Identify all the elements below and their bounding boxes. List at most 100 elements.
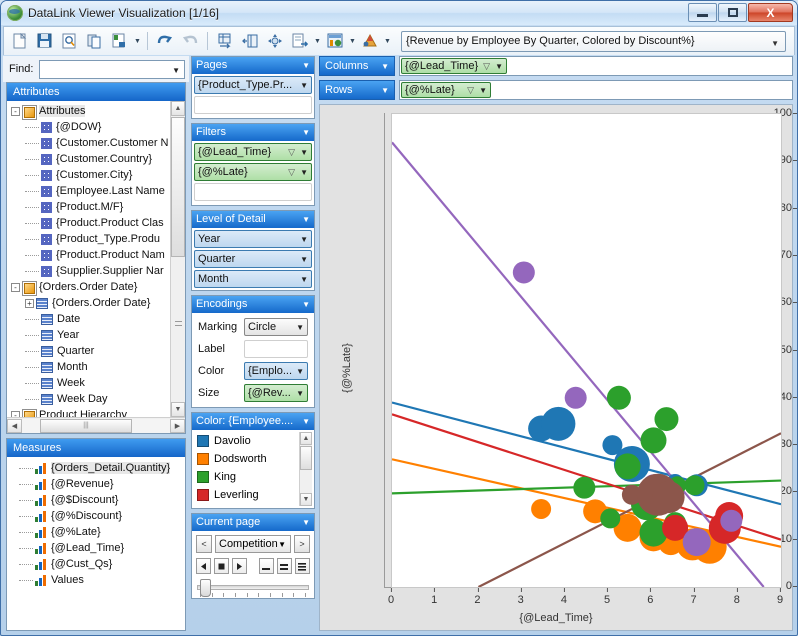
- lod-pill-month[interactable]: Month ▼: [194, 270, 312, 288]
- new-document-icon[interactable]: [8, 30, 32, 53]
- lod-pill-quarter[interactable]: Quarter ▼: [194, 250, 312, 268]
- filters-empty-slot[interactable]: [194, 183, 312, 201]
- attribute-tree-node[interactable]: {Customer.Country}: [7, 151, 185, 167]
- color-encoding-pill[interactable]: {Emplo... ▼: [244, 362, 308, 380]
- attribute-tree-node[interactable]: {Customer.Customer N: [7, 135, 185, 151]
- rows-pill[interactable]: {@%Late} ▽ ▼: [401, 82, 491, 98]
- export-caret-icon[interactable]: ▼: [133, 30, 142, 53]
- measure-item[interactable]: {@Revenue}: [7, 476, 185, 492]
- tree-expander-icon[interactable]: -: [11, 282, 20, 292]
- measures-list[interactable]: {Orders_Detail.Quantity} {@Revenue} {@$Dis…: [7, 457, 185, 588]
- scatter-point[interactable]: [573, 476, 596, 499]
- columns-shelf-dropzone[interactable]: {@Lead_Time} ▽ ▼: [399, 56, 793, 76]
- export-data-icon[interactable]: [288, 30, 312, 53]
- legend-item[interactable]: King: [194, 468, 312, 486]
- attributes-horizontal-scrollbar[interactable]: ◀ ||| ▶: [7, 417, 185, 433]
- scatter-point[interactable]: [640, 427, 667, 454]
- scroll-down-icon[interactable]: ▼: [171, 402, 185, 417]
- attributes-vertical-scrollbar[interactable]: ▲ ▼: [170, 101, 185, 417]
- scatter-point[interactable]: [606, 385, 631, 410]
- close-button[interactable]: X: [748, 3, 793, 22]
- chart-area[interactable]: {@%Late} 0 10 20 30 40 50 60 70 80 90 100 01234567…: [319, 104, 797, 631]
- color-palette-icon[interactable]: [358, 30, 382, 53]
- rows-shelf-label[interactable]: Rows ▼: [319, 80, 395, 100]
- columns-shelf-label[interactable]: Columns ▼: [319, 56, 395, 76]
- color-legend-header[interactable]: Color: {Employee.... ▼: [192, 413, 314, 430]
- scatter-point[interactable]: [720, 509, 743, 532]
- attribute-tree-node[interactable]: Week Day: [7, 391, 185, 407]
- slider-track[interactable]: [197, 579, 309, 597]
- attribute-tree-node[interactable]: - Product Hierarchy: [7, 407, 185, 417]
- copy-icon[interactable]: [83, 30, 107, 53]
- scatter-point[interactable]: [654, 407, 679, 432]
- page-select[interactable]: Competition ▼: [215, 535, 291, 553]
- chart-type-icon[interactable]: [323, 30, 347, 53]
- tree-expander-icon[interactable]: -: [11, 410, 20, 417]
- columns-pill[interactable]: {@Lead_Time} ▽ ▼: [401, 58, 507, 74]
- scatter-point[interactable]: [684, 475, 705, 496]
- scatter-point[interactable]: [652, 481, 685, 514]
- scatter-point[interactable]: [541, 406, 576, 441]
- attribute-tree-node[interactable]: {Product.Product Nam: [7, 247, 185, 263]
- legend-item[interactable]: Davolio: [194, 432, 312, 450]
- attribute-tree-node[interactable]: {Product.M/F}: [7, 199, 185, 215]
- export-icon[interactable]: [108, 30, 132, 53]
- encodings-shelf-header[interactable]: Encodings ▼: [192, 296, 314, 313]
- lod-shelf-header[interactable]: Level of Detail ▼: [192, 211, 314, 228]
- play-icon[interactable]: [231, 558, 247, 574]
- next-page-button[interactable]: >: [294, 535, 310, 553]
- measure-item[interactable]: {@$Discount}: [7, 492, 185, 508]
- scatter-point[interactable]: [564, 386, 587, 409]
- maximize-button[interactable]: [718, 3, 747, 22]
- lod-pill-year[interactable]: Year ▼: [194, 230, 312, 248]
- legend-scrollbar[interactable]: ▲ ▼: [299, 432, 312, 506]
- attribute-tree-node[interactable]: - Attributes: [7, 103, 185, 120]
- attribute-tree-node[interactable]: Month: [7, 359, 185, 375]
- attribute-tree-node[interactable]: - {Orders.Order Date}: [7, 279, 185, 296]
- redo-icon[interactable]: [178, 30, 202, 53]
- scroll-up-icon[interactable]: ▲: [171, 101, 185, 116]
- measure-item[interactable]: {@Cust_Qs}: [7, 556, 185, 572]
- attributes-tree[interactable]: - Attributes {@DOW} {Customer.Customer N {Cu…: [7, 101, 185, 417]
- pages-empty-slot[interactable]: [194, 96, 312, 114]
- attribute-tree-node[interactable]: {Customer.City}: [7, 167, 185, 183]
- scroll-down-icon[interactable]: ▼: [300, 493, 312, 506]
- scroll-thumb[interactable]: [171, 117, 185, 257]
- scatter-point[interactable]: [531, 498, 552, 519]
- attribute-tree-node[interactable]: {Supplier.Supplier Nar: [7, 263, 185, 279]
- transpose-icon[interactable]: [213, 30, 237, 53]
- scatter-point[interactable]: [614, 453, 641, 480]
- previous-page-button[interactable]: <: [196, 535, 212, 553]
- filters-shelf-header[interactable]: Filters ▼: [192, 124, 314, 141]
- plot-region[interactable]: [391, 113, 782, 588]
- rows-shelf-dropzone[interactable]: {@%Late} ▽ ▼: [399, 80, 793, 100]
- measure-item[interactable]: {@Lead_Time}: [7, 540, 185, 556]
- attribute-tree-node[interactable]: Week: [7, 375, 185, 391]
- attribute-tree-node[interactable]: Date: [7, 311, 185, 327]
- label-encoding-slot[interactable]: [244, 340, 308, 358]
- measure-item[interactable]: {Orders_Detail.Quantity}: [7, 460, 185, 476]
- scatter-point[interactable]: [682, 528, 711, 557]
- undo-icon[interactable]: [153, 30, 177, 53]
- filter-pill[interactable]: {@%Late} ▽ ▼: [194, 163, 312, 181]
- measure-item[interactable]: Values: [7, 572, 185, 588]
- visualization-select[interactable]: {Revenue by Employee By Quarter, Colored…: [401, 30, 786, 52]
- color-palette-caret-icon[interactable]: ▼: [383, 30, 392, 53]
- scroll-up-icon[interactable]: ▲: [300, 432, 312, 445]
- marking-select[interactable]: Circle ▼: [244, 318, 308, 336]
- speed-medium-icon[interactable]: [277, 558, 293, 574]
- size-encoding-pill[interactable]: {@Rev... ▼: [244, 384, 308, 402]
- attribute-tree-node[interactable]: Quarter: [7, 343, 185, 359]
- tree-expander-icon[interactable]: -: [11, 106, 20, 116]
- scroll-right-icon[interactable]: ▶: [170, 418, 185, 433]
- stop-icon[interactable]: [213, 558, 229, 574]
- tree-expander-icon[interactable]: +: [25, 298, 34, 308]
- print-preview-icon[interactable]: [58, 30, 82, 53]
- scroll-left-icon[interactable]: ◀: [7, 418, 22, 433]
- color-legend-list[interactable]: Davolio Dodsworth King Leverling: [194, 432, 312, 506]
- attribute-tree-node[interactable]: {@DOW}: [7, 119, 185, 135]
- scatter-point[interactable]: [600, 508, 621, 529]
- attribute-tree-node[interactable]: Year: [7, 327, 185, 343]
- slider-thumb[interactable]: [200, 579, 211, 597]
- swap-axes-icon[interactable]: [238, 30, 262, 53]
